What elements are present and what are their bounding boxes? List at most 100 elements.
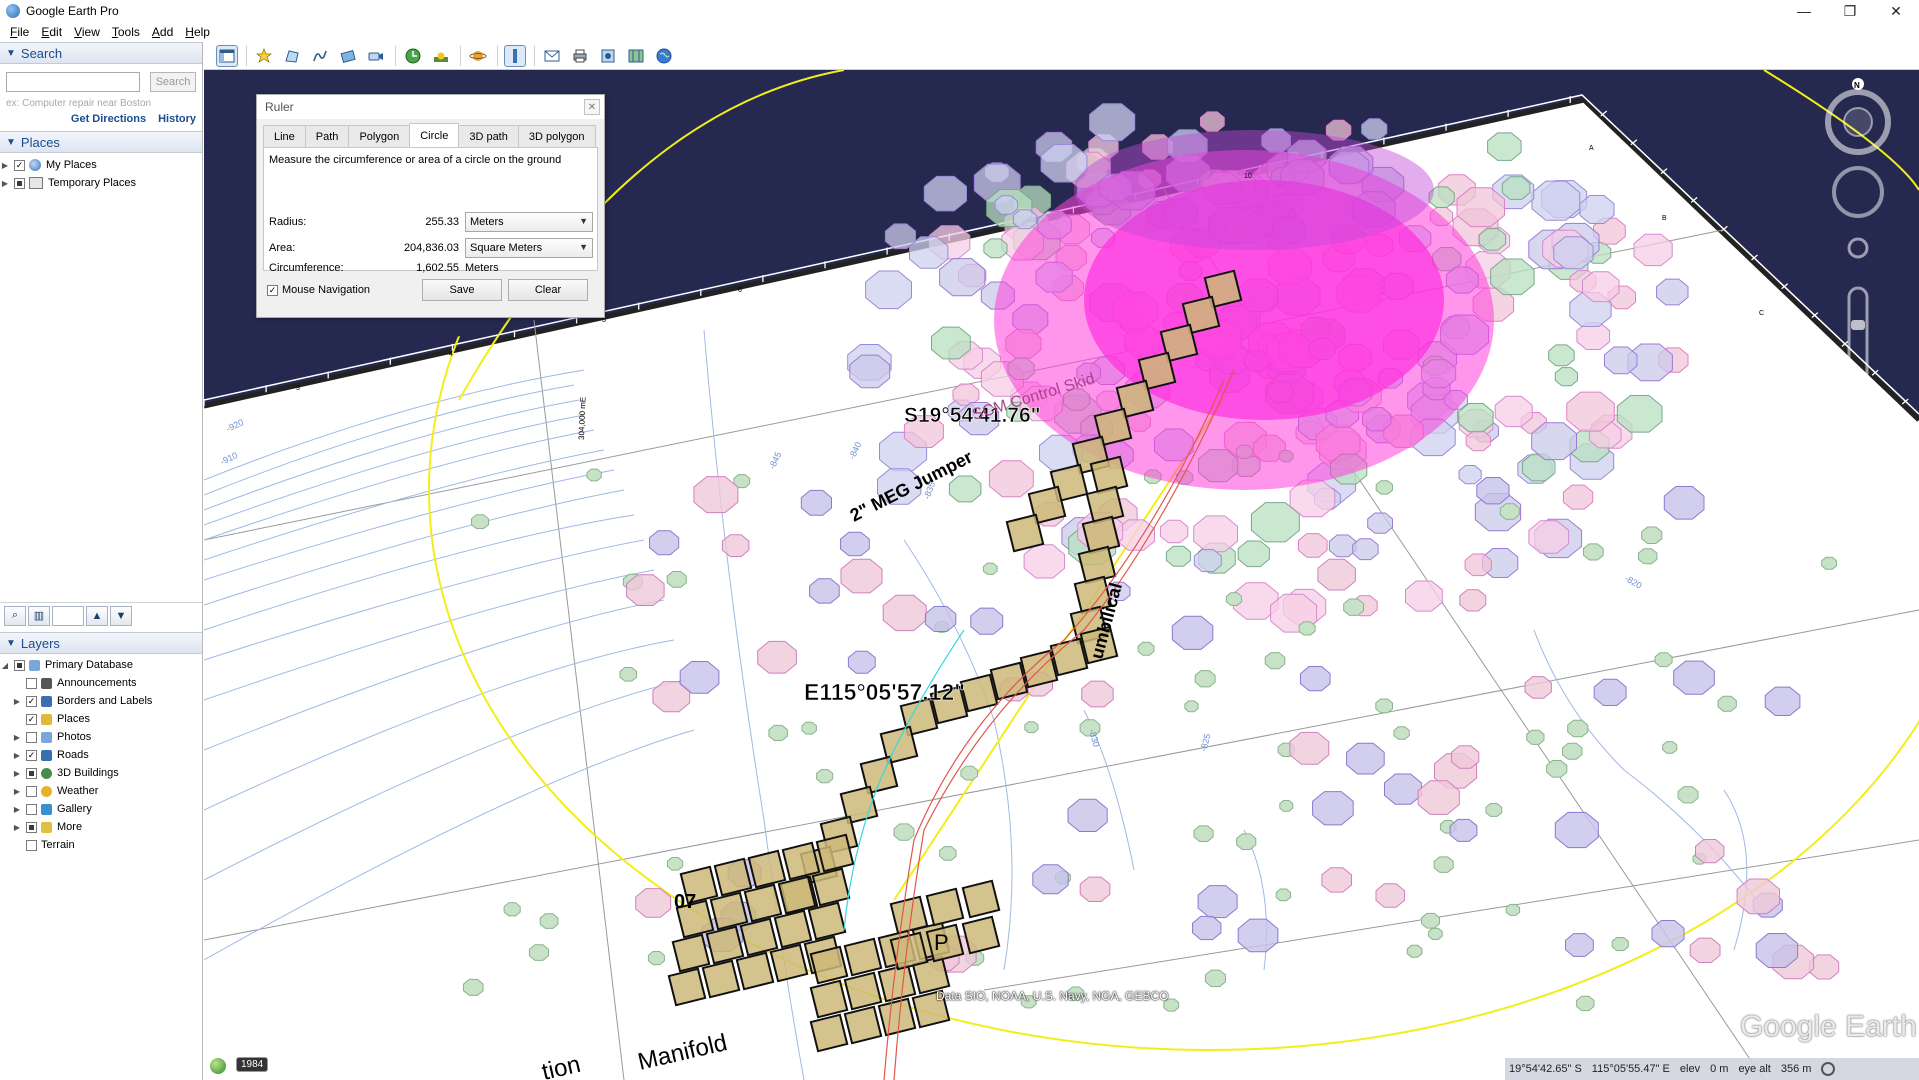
- layer-item[interactable]: ▶ 3D Buildings: [0, 764, 202, 782]
- layer-item[interactable]: ▶ Gallery: [0, 800, 202, 818]
- historical-imagery-icon[interactable]: [402, 45, 424, 67]
- zoom-slider-thumb[interactable]: [1851, 320, 1865, 330]
- history-link[interactable]: History: [158, 113, 196, 125]
- layer-checkbox[interactable]: [26, 803, 37, 815]
- layer-checkbox[interactable]: [26, 839, 37, 851]
- tab-path[interactable]: Path: [304, 125, 350, 147]
- expand-arrow-icon[interactable]: ▶: [12, 751, 22, 760]
- layer-checkbox[interactable]: [26, 785, 37, 797]
- radius-unit-select[interactable]: Meters ▼: [465, 212, 593, 232]
- layer-item[interactable]: ▶ ✓ Roads: [0, 746, 202, 764]
- historical-imagery-status-icon[interactable]: [210, 1058, 226, 1074]
- tab-polygon[interactable]: Polygon: [348, 125, 411, 147]
- checkbox[interactable]: ✓: [14, 159, 25, 171]
- expand-arrow-icon[interactable]: ▶: [12, 823, 22, 832]
- layer-item[interactable]: Terrain: [0, 836, 202, 854]
- tab-3d-polygon[interactable]: 3D polygon: [517, 125, 596, 147]
- planets-icon[interactable]: [467, 45, 489, 67]
- expand-arrow-icon[interactable]: ▶: [12, 769, 22, 778]
- places-filter-field[interactable]: [52, 605, 84, 626]
- lease-block: [713, 857, 753, 897]
- layer-item[interactable]: ✓ Places: [0, 710, 202, 728]
- email-icon[interactable]: [541, 45, 563, 67]
- survey-octagon: [1524, 676, 1552, 699]
- survey-octagon: [1736, 878, 1780, 915]
- move-down-icon[interactable]: ▼: [110, 605, 132, 626]
- map-icon[interactable]: [625, 45, 647, 67]
- layer-item[interactable]: ▶ More: [0, 818, 202, 836]
- mouse-navigation-checkbox[interactable]: ✓: [267, 284, 278, 296]
- maximize-button[interactable]: ❐: [1827, 0, 1873, 22]
- print-icon[interactable]: [569, 45, 591, 67]
- checkbox[interactable]: [14, 177, 25, 189]
- expand-arrow-icon[interactable]: ▶: [12, 787, 22, 796]
- move-up-icon[interactable]: ▲: [86, 605, 108, 626]
- menu-add[interactable]: Add: [152, 25, 173, 39]
- layer-checkbox[interactable]: [26, 767, 37, 779]
- search-places-icon[interactable]: ⌕: [4, 605, 26, 626]
- save-button[interactable]: Save: [422, 279, 502, 301]
- layer-item[interactable]: ◢ Primary Database: [0, 656, 202, 674]
- menu-help[interactable]: Help: [185, 25, 210, 39]
- layer-checkbox[interactable]: [14, 659, 25, 671]
- lease-block: [667, 967, 707, 1007]
- tab-line[interactable]: Line: [263, 125, 306, 147]
- tree-item-my-places[interactable]: ▶ ✓ My Places: [0, 156, 202, 174]
- layer-checkbox[interactable]: [26, 821, 37, 833]
- expand-arrow-icon[interactable]: ▶: [0, 161, 10, 170]
- add-placemark-icon[interactable]: [253, 45, 275, 67]
- sidebar-toggle-icon[interactable]: [216, 44, 238, 67]
- get-directions-link[interactable]: Get Directions: [71, 113, 146, 125]
- compass-center-icon[interactable]: [1843, 107, 1873, 137]
- expand-arrow-icon[interactable]: ▶: [12, 697, 22, 706]
- menu-view[interactable]: View: [74, 25, 100, 39]
- layer-checkbox[interactable]: [26, 731, 37, 743]
- layer-item[interactable]: ▶ ✓ Borders and Labels: [0, 692, 202, 710]
- expand-arrow-icon[interactable]: ▶: [0, 179, 10, 188]
- search-input[interactable]: [6, 72, 140, 92]
- layer-checkbox[interactable]: ✓: [26, 713, 37, 725]
- layer-checkbox[interactable]: ✓: [26, 749, 37, 761]
- sunlight-icon[interactable]: [430, 45, 452, 67]
- search-header-label: Search: [20, 45, 63, 61]
- area-unit-select[interactable]: Square Meters ▼: [465, 238, 593, 258]
- add-path-icon[interactable]: [309, 45, 331, 67]
- clear-button[interactable]: Clear: [508, 279, 588, 301]
- ruler-icon[interactable]: [504, 44, 526, 67]
- add-polygon-icon[interactable]: [281, 45, 303, 67]
- menu-edit[interactable]: Edit: [41, 25, 62, 39]
- expand-arrow-icon[interactable]: ▶: [12, 733, 22, 742]
- survey-octagon: [983, 238, 1008, 259]
- layers-header[interactable]: ▼ Layers: [0, 632, 202, 654]
- save-image-icon[interactable]: [597, 45, 619, 67]
- tree-item-temporary-places[interactable]: ▶ Temporary Places: [0, 174, 202, 192]
- survey-dot: [1275, 888, 1292, 902]
- layer-item[interactable]: ▶ Weather: [0, 782, 202, 800]
- tab-3d-path[interactable]: 3D path: [458, 125, 519, 147]
- layer-item[interactable]: ▶ Photos: [0, 728, 202, 746]
- panel-toggle-icon[interactable]: ▥: [28, 605, 50, 626]
- layer-checkbox[interactable]: [26, 677, 37, 689]
- close-button[interactable]: ✕: [1873, 0, 1919, 22]
- survey-octagon: [840, 558, 883, 594]
- search-button[interactable]: Search: [150, 72, 196, 92]
- places-header[interactable]: ▼ Places: [0, 131, 202, 153]
- survey-octagon: [1012, 209, 1037, 230]
- ruler-close-button[interactable]: ✕: [584, 99, 600, 115]
- record-tour-icon[interactable]: [365, 45, 387, 67]
- menu-tools[interactable]: Tools: [112, 25, 140, 39]
- expand-arrow-icon[interactable]: ▶: [12, 805, 22, 814]
- menu-file[interactable]: File: [10, 25, 29, 39]
- search-header[interactable]: ▼ Search: [0, 42, 202, 64]
- layer-item[interactable]: Announcements: [0, 674, 202, 692]
- earth-view-icon[interactable]: [653, 45, 675, 67]
- tab-circle[interactable]: Circle: [409, 123, 460, 147]
- lease-block: [701, 959, 741, 999]
- layer-icon: [41, 767, 52, 779]
- survey-dot: [586, 468, 602, 482]
- survey-octagon: [847, 650, 876, 674]
- expand-arrow-icon[interactable]: ◢: [0, 661, 10, 670]
- add-image-overlay-icon[interactable]: [337, 45, 359, 67]
- layer-checkbox[interactable]: ✓: [26, 695, 37, 707]
- minimize-button[interactable]: —: [1781, 0, 1827, 22]
